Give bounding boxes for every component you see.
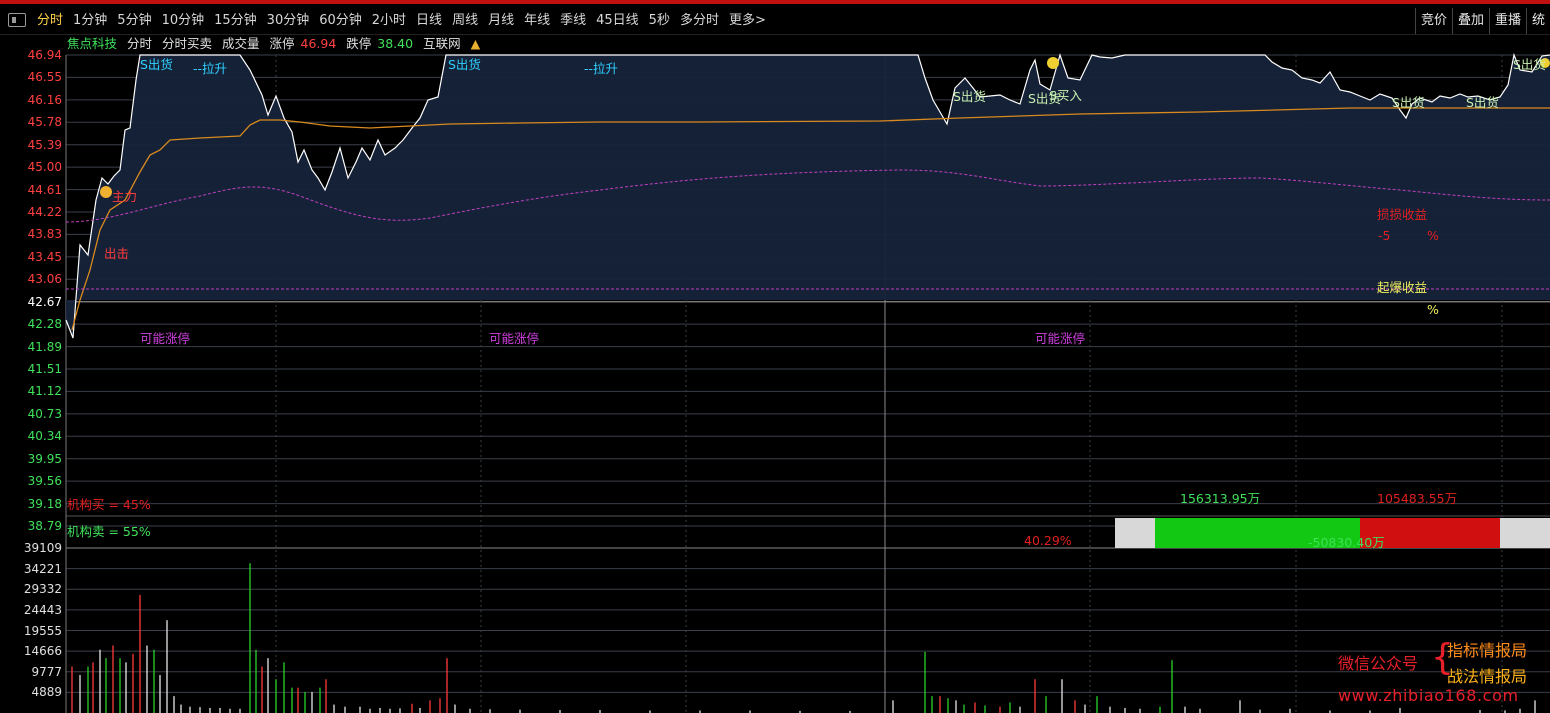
price-tick: 41.12 [27, 384, 62, 399]
burst-unit: % [1427, 302, 1439, 317]
inst-buy-label: 机构买 = 45% [67, 497, 151, 512]
s-sell-label-5: S出货 [1392, 95, 1425, 110]
price-volume-axis: 46.94 46.55 46.16 45.78 45.39 45.00 44.61 44.22… [0, 0, 66, 713]
price-area [66, 55, 1550, 338]
stop-loss-unit: % [1427, 228, 1439, 243]
price-tick: 44.22 [27, 205, 62, 219]
watermark-line1: 指标情报局 [1447, 641, 1528, 660]
price-tick: 46.16 [27, 92, 62, 107]
price-tick: 40.73 [27, 406, 62, 421]
timeshare-chart[interactable] [0, 0, 1550, 713]
bar-right-cap [1500, 518, 1550, 548]
price-tick: 44.61 [27, 182, 62, 197]
net-percent: 40.29% [1024, 533, 1072, 548]
stop-loss-value: -5 [1378, 228, 1391, 243]
price-tick: 46.94 [27, 48, 62, 62]
buy-label: S买入 [1049, 88, 1082, 103]
price-tick: 39.56 [27, 474, 62, 489]
pull-up-label-1: --拉升 [193, 61, 228, 76]
volume-tick: 34221 [23, 561, 62, 576]
price-tick: 41.89 [27, 339, 62, 354]
price-tick: 45.78 [27, 115, 62, 130]
price-tick: 45.39 [27, 137, 62, 152]
price-tick: 40.34 [27, 429, 62, 444]
s-sell-label-7: S出货 [1513, 57, 1546, 72]
burst-title: 起爆收益 [1377, 280, 1428, 295]
price-tick: 42.28 [27, 317, 62, 332]
price-tick: 43.45 [27, 249, 62, 264]
price-tick: 46.55 [27, 70, 62, 85]
buy-amount: 156313.95万 [1180, 491, 1261, 506]
watermark-url: www.zhibiao168.com [1338, 686, 1519, 705]
smiley-icon [1047, 57, 1059, 69]
bar-left-cap [1115, 518, 1155, 548]
price-tick: 38.79 [27, 519, 62, 533]
s-sell-label-2: S出货 [448, 57, 481, 72]
s-sell-label-3: S出货 [953, 89, 986, 104]
price-tick: 45.00 [27, 160, 62, 175]
pull-up-label-2: --拉升 [584, 61, 619, 76]
volume-tick: 4889 [31, 685, 62, 700]
s-sell-label-1: S出货 [140, 57, 173, 72]
possible-limit-up-3: 可能涨停 [1035, 331, 1086, 346]
money-bag-icon [100, 186, 112, 198]
price-tick: 39.18 [27, 496, 62, 511]
price-tick: 43.83 [27, 227, 62, 242]
possible-limit-up-2: 可能涨停 [489, 331, 540, 346]
volume-tick: 39109 [23, 541, 62, 555]
attack-label: 出击 [104, 246, 130, 261]
stop-loss-title: 损损收益 [1377, 207, 1428, 222]
price-tick: 39.95 [27, 451, 62, 466]
s-sell-label-6: S出货 [1466, 95, 1499, 110]
price-tick: 42.67 [27, 294, 62, 309]
inst-sell-label: 机构卖 = 55% [67, 524, 151, 539]
volume-tick: 29332 [23, 582, 62, 597]
watermark-wechat: 微信公众号 [1338, 654, 1419, 673]
possible-limit-up-1: 可能涨停 [140, 331, 191, 346]
sell-amount: 105483.55万 [1377, 491, 1458, 506]
net-amount: -50830.40万 [1308, 535, 1385, 550]
price-tick: 41.51 [27, 362, 62, 376]
volume-tick: 14666 [23, 644, 62, 659]
volume-tick: 19555 [23, 623, 62, 638]
main-force-label: 主力 [112, 189, 138, 204]
watermark-line2: 战法情报局 [1447, 667, 1528, 686]
price-tick: 43.06 [27, 272, 62, 287]
volume-tick: 24443 [23, 602, 62, 617]
volume-tick: 9777 [31, 664, 62, 679]
